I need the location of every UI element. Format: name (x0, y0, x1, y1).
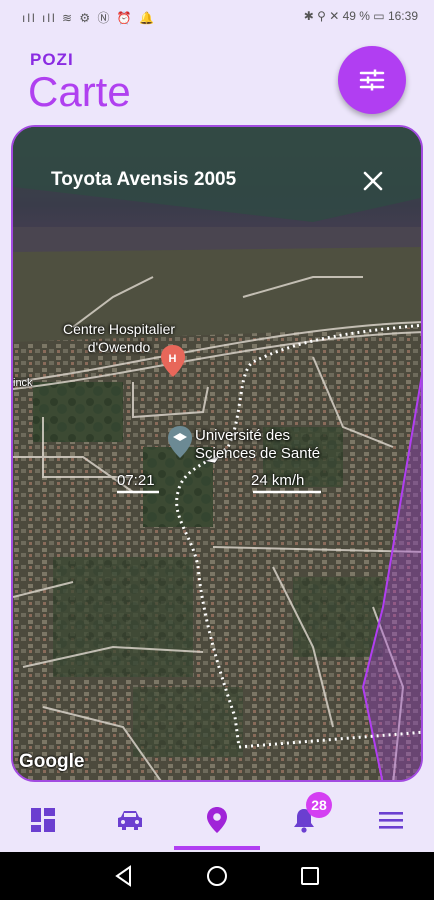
dashboard-icon (31, 808, 55, 832)
nav-map[interactable] (174, 790, 260, 850)
bottom-navigation (0, 790, 434, 852)
car-icon (118, 811, 142, 830)
map-edge-label: inck (13, 377, 33, 389)
hamburger-menu-icon (379, 812, 403, 829)
filter-sliders-icon (359, 69, 385, 91)
nav-menu[interactable] (348, 790, 434, 850)
notification-count-badge: 28 (306, 792, 332, 818)
system-navigation-bar (0, 852, 434, 900)
vehicle-name: Toyota Avensis 2005 (51, 169, 237, 190)
close-icon[interactable] (359, 167, 387, 195)
active-tab-indicator (174, 846, 260, 850)
google-attribution[interactable]: Google (19, 751, 84, 773)
nav-notifications[interactable] (261, 790, 347, 850)
filter-button[interactable] (338, 46, 406, 114)
brand-label: POZI (30, 50, 74, 69)
poi-hospital-label[interactable]: Centre Hospitalier d'Owendo (63, 320, 175, 356)
time-label: 07:21 (117, 472, 155, 489)
nav-dashboard[interactable] (0, 790, 86, 850)
status-icons-left: ıll ıll ≋ ⚙ Ⓝ ⏰ 🔔 (22, 11, 157, 25)
nav-vehicles[interactable] (87, 790, 173, 850)
status-bar: ıll ıll ≋ ⚙ Ⓝ ⏰ 🔔 ✱ ⚲ ✕ 49 % ▭ 16:39 (0, 0, 434, 34)
home-icon[interactable] (205, 864, 229, 888)
recents-icon[interactable] (298, 864, 322, 888)
location-pin-icon (207, 807, 227, 833)
poi-university-label[interactable]: Université des Sciences de Santé (195, 427, 320, 463)
status-icons-right: ✱ ⚲ ✕ 49 % ▭ 16:39 (303, 9, 418, 23)
map-view[interactable]: H Toyota Avensis 2005 Centre Hospitalier… (11, 125, 423, 782)
page-title: Carte (28, 68, 131, 115)
speed-label: 24 km/h (251, 472, 305, 489)
back-icon[interactable] (112, 864, 136, 888)
